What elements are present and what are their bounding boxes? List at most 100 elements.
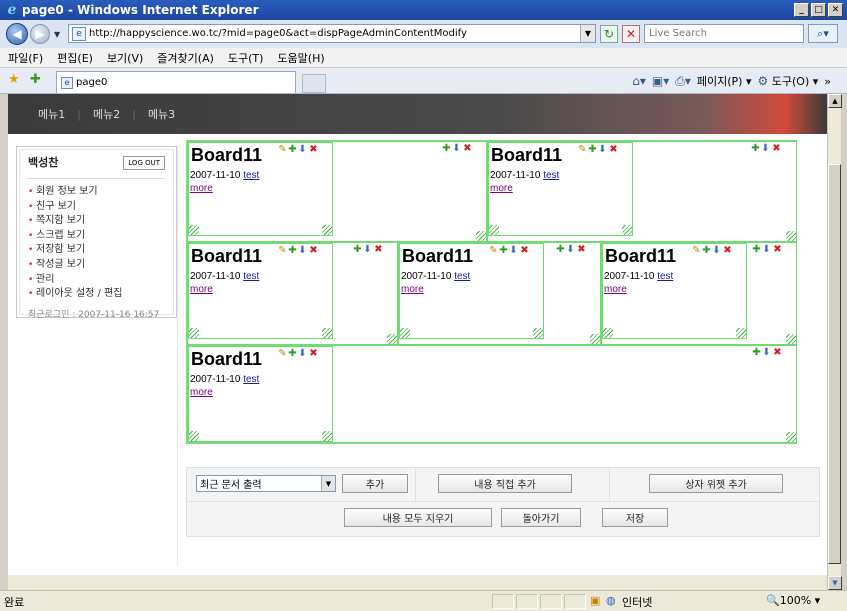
- nav-menu2[interactable]: 메뉴2: [81, 106, 132, 122]
- add-icon[interactable]: ✚: [752, 348, 761, 358]
- scroll-down-icon[interactable]: ▼: [828, 576, 842, 590]
- feeds-icon[interactable]: ▣▾: [652, 74, 669, 88]
- maximize-button[interactable]: □: [811, 3, 826, 17]
- resize-handle-icon[interactable]: [189, 225, 199, 235]
- tab-page0[interactable]: e page0: [56, 71, 296, 93]
- widget[interactable]: Board11 ✎ ✚ ⬇ ✖ 2007-11-10 test more: [399, 243, 544, 339]
- menu-help[interactable]: 도움말(H): [277, 50, 324, 66]
- edit-icon[interactable]: ✎: [692, 246, 701, 256]
- add-icon[interactable]: ✚: [556, 245, 565, 255]
- author-link[interactable]: test: [657, 271, 673, 282]
- minimize-button[interactable]: _: [794, 3, 809, 17]
- edit-icon[interactable]: ✎: [278, 145, 287, 155]
- move-down-icon[interactable]: ⬇: [712, 246, 721, 256]
- scrollbar-thumb[interactable]: [828, 164, 841, 564]
- delete-icon[interactable]: ✖: [577, 245, 586, 255]
- menu-file[interactable]: 파일(F): [8, 50, 43, 66]
- author-link[interactable]: test: [543, 170, 559, 181]
- add-icon[interactable]: ✚: [288, 246, 297, 256]
- delete-icon[interactable]: ✖: [772, 144, 781, 154]
- move-down-icon[interactable]: ⬇: [598, 145, 607, 155]
- add-icon[interactable]: ✚: [288, 349, 297, 359]
- search-icon[interactable]: ⌕▾: [808, 24, 838, 43]
- menu-edit[interactable]: 편집(E): [57, 50, 93, 66]
- resize-handle-icon[interactable]: [786, 432, 796, 442]
- edit-icon[interactable]: ✎: [578, 145, 587, 155]
- recent-pages-dropdown-icon[interactable]: ▼: [54, 30, 60, 39]
- saved-link[interactable]: 저장함 보기: [28, 243, 165, 258]
- more-link[interactable]: more: [190, 183, 213, 194]
- new-tab-button[interactable]: [302, 74, 326, 93]
- refresh-icon[interactable]: ↻: [600, 25, 618, 43]
- delete-icon[interactable]: ✖: [374, 245, 383, 255]
- nav-menu3[interactable]: 메뉴3: [136, 106, 187, 122]
- layout-settings-link[interactable]: 레이아웃 설정 / 편집: [28, 287, 165, 302]
- page-menu[interactable]: 페이지(P) ▾: [697, 73, 752, 89]
- more-chevron-icon[interactable]: »: [824, 75, 831, 88]
- move-down-icon[interactable]: ⬇: [762, 245, 771, 255]
- resize-handle-icon[interactable]: [622, 225, 632, 235]
- widget-box[interactable]: Board11 ✎ ✚ ⬇ ✖ 2007-11-10 test more ✚ ⬇…: [187, 242, 398, 345]
- delete-icon[interactable]: ✖: [609, 145, 618, 155]
- more-link[interactable]: more: [604, 284, 627, 295]
- add-icon[interactable]: ✚: [288, 145, 297, 155]
- move-down-icon[interactable]: ⬇: [298, 349, 307, 359]
- delete-icon[interactable]: ✖: [309, 246, 318, 256]
- tools-menu[interactable]: ⚙ 도구(O) ▾: [757, 73, 818, 89]
- address-field[interactable]: e http://happyscience.wo.tc/?mid=page0&a…: [68, 24, 596, 43]
- move-down-icon[interactable]: ⬇: [761, 144, 770, 154]
- menu-tools[interactable]: 도구(T): [228, 50, 264, 66]
- delete-icon[interactable]: ✖: [309, 349, 318, 359]
- widget-box[interactable]: Board11 ✎ ✚ ⬇ ✖ 2007-11-10 test more ✚ ⬇…: [187, 345, 797, 443]
- resize-handle-icon[interactable]: [603, 328, 613, 338]
- print-icon[interactable]: ⎙▾: [675, 74, 691, 89]
- author-link[interactable]: test: [454, 271, 470, 282]
- resize-handle-icon[interactable]: [400, 328, 410, 338]
- back-button[interactable]: ◀: [6, 23, 28, 45]
- my-posts-link[interactable]: 작성글 보기: [28, 258, 165, 273]
- widget[interactable]: Board11 ✎ ✚ ⬇ ✖ 2007-11-10 test more: [188, 346, 333, 442]
- resize-handle-icon[interactable]: [322, 431, 332, 441]
- logout-button[interactable]: LOG OUT: [123, 156, 165, 170]
- add-icon[interactable]: ✚: [499, 246, 508, 256]
- author-link[interactable]: test: [243, 170, 259, 181]
- add-widget-button[interactable]: 추가: [342, 474, 408, 493]
- delete-icon[interactable]: ✖: [773, 348, 782, 358]
- search-input[interactable]: Live Search: [644, 24, 804, 43]
- back-button[interactable]: 돌아가기: [501, 508, 581, 527]
- more-link[interactable]: more: [490, 183, 513, 194]
- admin-link[interactable]: 관리: [28, 273, 165, 288]
- add-favorite-icon[interactable]: ✚: [30, 72, 41, 87]
- close-button[interactable]: ✕: [828, 3, 843, 17]
- author-link[interactable]: test: [243, 374, 259, 385]
- home-icon[interactable]: ⌂▾: [632, 74, 646, 88]
- delete-icon[interactable]: ✖: [463, 144, 472, 154]
- resize-handle-icon[interactable]: [189, 328, 199, 338]
- delete-icon[interactable]: ✖: [309, 145, 318, 155]
- messages-link[interactable]: 쪽지함 보기: [28, 214, 165, 229]
- vertical-scrollbar[interactable]: ▲ ▼: [827, 94, 842, 590]
- forward-button[interactable]: ▶: [30, 24, 50, 44]
- add-icon[interactable]: ✚: [353, 245, 362, 255]
- add-box-widget-button[interactable]: 상자 위젯 추가: [649, 474, 783, 493]
- clear-all-button[interactable]: 내용 모두 지우기: [344, 508, 492, 527]
- widget-box[interactable]: Board11 ✎ ✚ ⬇ ✖ 2007-11-10 test more ✚ ⬇…: [187, 141, 487, 242]
- add-icon[interactable]: ✚: [702, 246, 711, 256]
- move-down-icon[interactable]: ⬇: [363, 245, 372, 255]
- resize-handle-icon[interactable]: [189, 431, 199, 441]
- move-down-icon[interactable]: ⬇: [452, 144, 461, 154]
- widget-box[interactable]: Board11 ✎ ✚ ⬇ ✖ 2007-11-10 test more ✚ ⬇…: [601, 242, 797, 345]
- nav-menu1[interactable]: 메뉴1: [26, 106, 77, 122]
- resize-handle-icon[interactable]: [489, 225, 499, 235]
- widget-box[interactable]: Board11 ✎ ✚ ⬇ ✖ 2007-11-10 test more ✚ ⬇…: [398, 242, 601, 345]
- resize-handle-icon[interactable]: [590, 334, 600, 344]
- widget[interactable]: Board11 ✎ ✚ ⬇ ✖ 2007-11-10 test more: [488, 142, 633, 236]
- scroll-up-icon[interactable]: ▲: [828, 94, 842, 108]
- widget-box[interactable]: Board11 ✎ ✚ ⬇ ✖ 2007-11-10 test more ✚ ⬇…: [487, 141, 797, 242]
- edit-icon[interactable]: ✎: [489, 246, 498, 256]
- add-icon[interactable]: ✚: [588, 145, 597, 155]
- save-button[interactable]: 저장: [602, 508, 668, 527]
- friends-link[interactable]: 친구 보기: [28, 200, 165, 215]
- edit-icon[interactable]: ✎: [278, 246, 287, 256]
- add-icon[interactable]: ✚: [752, 245, 761, 255]
